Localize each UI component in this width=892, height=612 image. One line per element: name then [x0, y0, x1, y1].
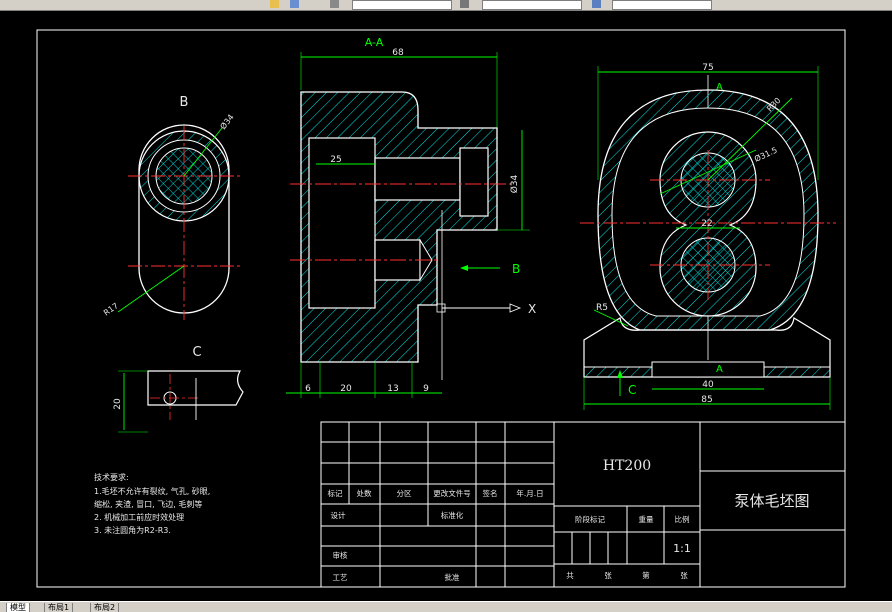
dim-bottom-13: 13	[387, 384, 398, 394]
label-c-right: C	[628, 383, 636, 397]
weight-label: 重量	[639, 515, 654, 524]
layer-dropdown[interactable]	[352, 0, 452, 10]
row-label-count: 处数	[357, 488, 372, 498]
label-b-top: B	[180, 95, 189, 110]
label-c-left: C	[192, 345, 201, 360]
layer-icon[interactable]	[290, 0, 299, 8]
standard-label: 标准化	[441, 510, 464, 520]
section-view: A-A 68 25 Ø34 X B 6 20 13 9	[286, 36, 536, 398]
row-label-zone: 分区	[397, 489, 412, 498]
dim-base-inner: 40	[702, 380, 714, 390]
match-prop-icon[interactable]	[330, 0, 339, 8]
sheets-unit-1: 张	[604, 571, 612, 580]
row-label-sign: 签名	[483, 488, 498, 498]
dim-bottom-6: 6	[305, 384, 311, 394]
c-view: 20	[113, 370, 244, 433]
dim-bottom-9: 9	[423, 384, 429, 394]
axis-x: X	[528, 302, 536, 316]
properties-icon[interactable]	[460, 0, 469, 8]
dim-section-dia: Ø34	[509, 174, 520, 193]
technical-notes: 技术要求: 1.毛坯不允许有裂纹, 气孔, 砂眼, 缩松, 夹渣, 冒口, 飞边…	[94, 472, 210, 535]
sheets-current: 第	[642, 570, 650, 580]
title-block-text: 标记 处数 分区 更改文件号 签名 年.月.日 设计 标准化 审核 工艺 批准 …	[328, 458, 810, 582]
notes-line-2: 缩松, 夹渣, 冒口, 飞边, 毛刺等	[94, 499, 202, 509]
row-label-mark: 标记	[328, 488, 343, 498]
scale-value: 1:1	[673, 542, 691, 555]
dim-base: 85	[701, 395, 712, 405]
notes-line-1: 1.毛坯不允许有裂纹, 气孔, 砂眼,	[94, 486, 210, 496]
section-title: A-A	[365, 36, 384, 49]
dim-c-height: 20	[113, 398, 123, 410]
right-view: 75 A R30 Ø31.5 22 R5 A 40 85 C	[580, 63, 836, 410]
dim-right-r5: R5	[596, 303, 608, 313]
approve-label: 批准	[445, 572, 460, 582]
stage-label: 阶段标记	[575, 514, 605, 524]
layout-tabs: 模型 布局1 布局2	[0, 601, 892, 612]
sheets-total: 共	[566, 571, 574, 580]
dim-right-center: 22	[701, 219, 712, 229]
review-label: 审核	[333, 550, 348, 560]
scale-label: 比例	[675, 514, 690, 524]
row-label-change: 更改文件号	[433, 488, 471, 498]
linetype-dropdown[interactable]	[482, 0, 582, 10]
dim-section-total: 68	[392, 48, 404, 58]
part-name: 泵体毛坯图	[734, 492, 809, 510]
arrow-b: B	[512, 262, 520, 276]
row-label-date: 年.月.日	[516, 488, 543, 498]
notes-line-4: 3. 未注圆角为R2-R3.	[94, 525, 171, 535]
layer-list-icon[interactable]	[592, 0, 601, 8]
sheets-unit-2: 张	[680, 571, 688, 580]
label-a-bottom: A	[716, 364, 723, 375]
dim-bottom-20: 20	[340, 384, 352, 394]
lineweight-dropdown[interactable]	[612, 0, 712, 10]
process-label: 工艺	[333, 573, 348, 582]
dim-left-radius: R17	[102, 301, 120, 317]
design-label: 设计	[331, 510, 346, 520]
dim-left-dia: Ø34	[218, 112, 236, 131]
dim-section-inner: 25	[330, 155, 341, 165]
notes-title: 技术要求:	[94, 472, 129, 482]
notes-line-3: 2. 机械加工前应时效处理	[94, 512, 184, 522]
material: HT200	[603, 458, 651, 474]
zoom-icon[interactable]	[270, 0, 279, 8]
left-view: B Ø34 R17 C	[102, 95, 242, 360]
dim-right-width: 75	[702, 63, 713, 73]
cad-drawing[interactable]: B Ø34 R17 C 20 A-A 68 25 Ø34 X B 6 20 13…	[0, 10, 892, 601]
